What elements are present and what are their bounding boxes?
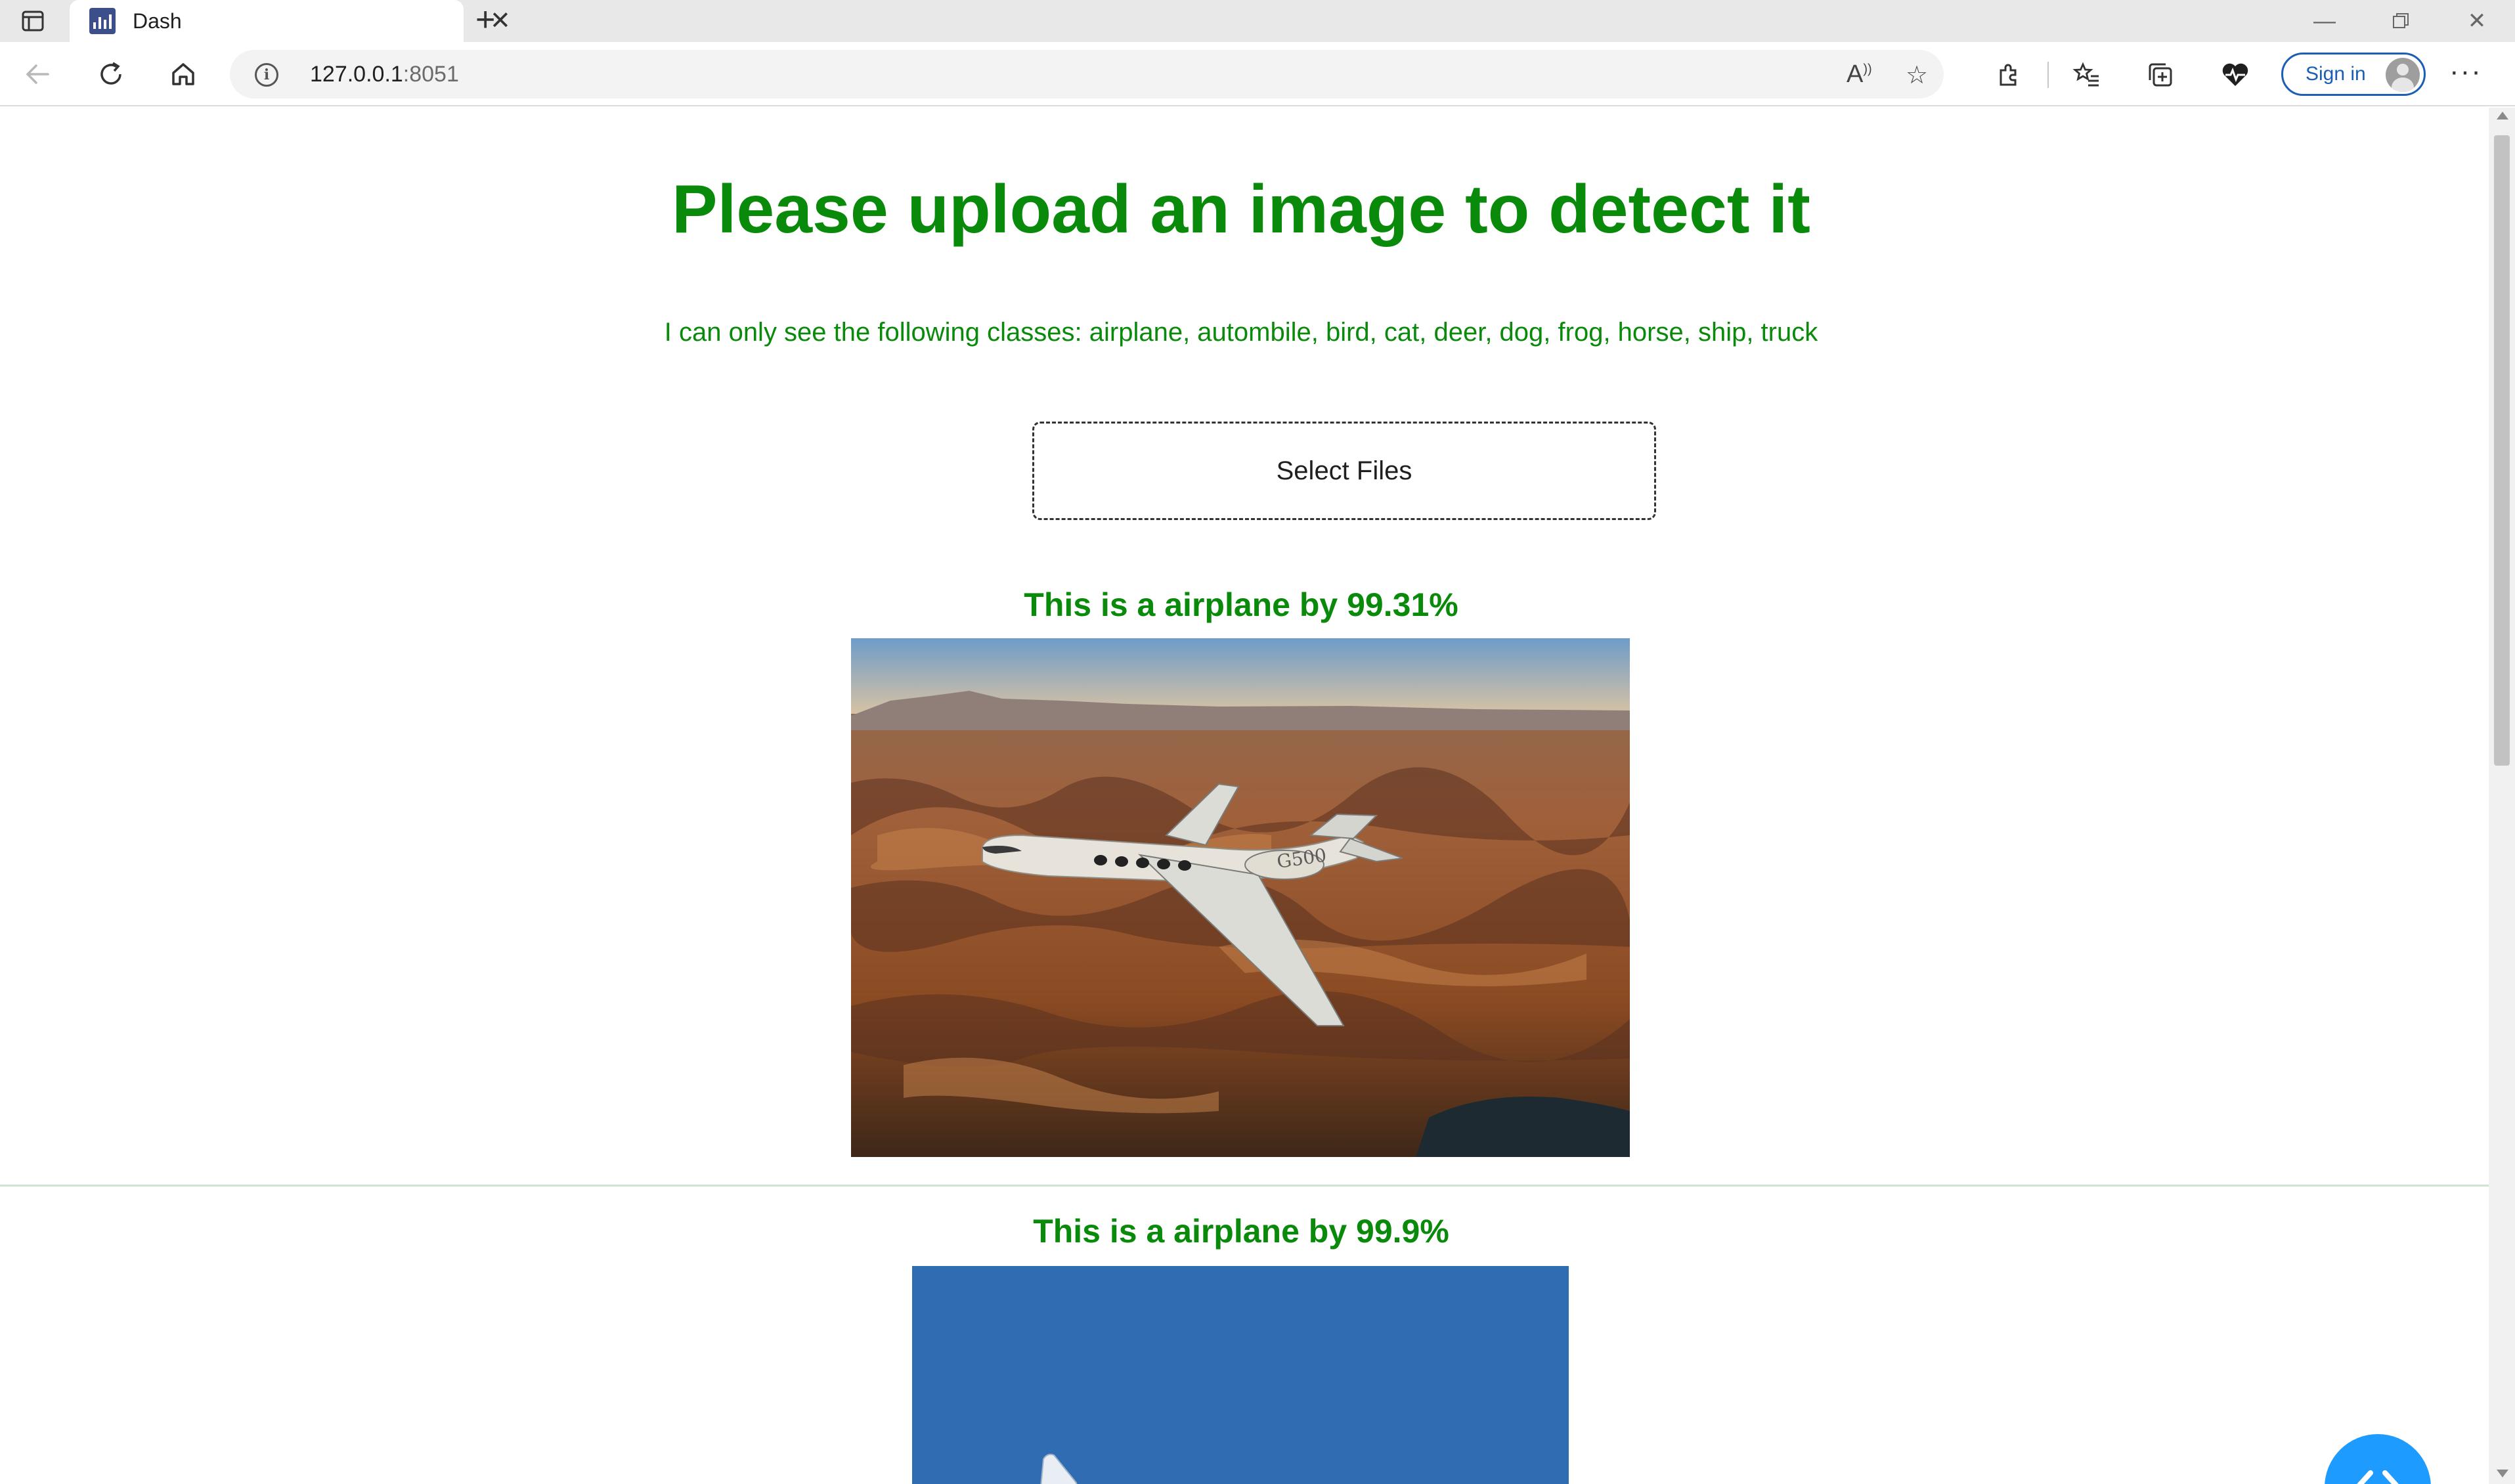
scroll-down-arrow-icon[interactable] (2497, 1470, 2508, 1477)
page-title: Please upload an image to detect it (672, 171, 1810, 248)
scrollbar-thumb[interactable] (2494, 135, 2510, 766)
result-divider (0, 1185, 2489, 1187)
uploaded-image (912, 1266, 1569, 1484)
page-viewport: Please upload an image to detect it I ca… (0, 108, 2489, 1484)
dash-debug-code-button[interactable] (2325, 1434, 2431, 1484)
code-icon (2357, 1470, 2399, 1484)
page-scrollbar[interactable] (2489, 108, 2515, 1484)
info-icon[interactable]: i (255, 63, 278, 87)
url-host: 127.0.0.1 (310, 62, 403, 87)
toolbar-divider (2047, 62, 2049, 88)
read-aloud-icon[interactable]: A)) (1847, 60, 1872, 89)
sign-in-label: Sign in (2306, 63, 2366, 85)
restore-icon[interactable] (2364, 0, 2438, 42)
favorites-icon[interactable] (2068, 56, 2105, 93)
extensions-icon[interactable] (1990, 56, 2026, 93)
sign-in-button[interactable]: Sign in (2281, 53, 2426, 96)
minimize-icon[interactable]: — (2288, 0, 2361, 42)
classes-subtitle: I can only see the following classes: ai… (664, 318, 1818, 347)
tab-strip: Dash ✕ + — ✕ (0, 0, 2515, 42)
tab-actions-icon[interactable] (0, 0, 66, 42)
add-favorite-icon[interactable]: ☆ (1906, 60, 1928, 90)
url-port: :8051 (403, 62, 459, 87)
more-icon[interactable]: ··· (2449, 55, 2482, 88)
url-text: 127.0.0.1:8051 (310, 62, 459, 87)
tab-title: Dash (133, 9, 182, 33)
collections-icon[interactable] (2142, 56, 2179, 93)
dash-favicon-icon (89, 8, 116, 34)
prediction-label: This is a airplane by 99.9% (1033, 1213, 1449, 1250)
upload-dropzone[interactable]: Select Files (1032, 422, 1656, 520)
uploaded-image: G500 (851, 638, 1630, 1157)
prediction-label: This is a airplane by 99.31% (1024, 586, 1458, 623)
browser-essentials-icon[interactable] (2217, 56, 2254, 93)
back-arrow-icon[interactable] (14, 51, 60, 97)
refresh-icon[interactable] (88, 51, 134, 97)
address-bar[interactable]: i 127.0.0.1:8051 A)) ☆ (230, 50, 1944, 98)
upload-label: Select Files (1276, 456, 1412, 485)
browser-toolbar: i 127.0.0.1:8051 A)) ☆ Sign in ··· (0, 42, 2515, 106)
avatar (2386, 58, 2420, 92)
close-window-icon[interactable]: ✕ (2440, 0, 2514, 42)
new-tab-icon[interactable]: + (475, 1, 495, 38)
home-icon[interactable] (160, 51, 206, 97)
scroll-up-arrow-icon[interactable] (2497, 112, 2508, 120)
browser-tab[interactable]: Dash ✕ (70, 0, 511, 42)
